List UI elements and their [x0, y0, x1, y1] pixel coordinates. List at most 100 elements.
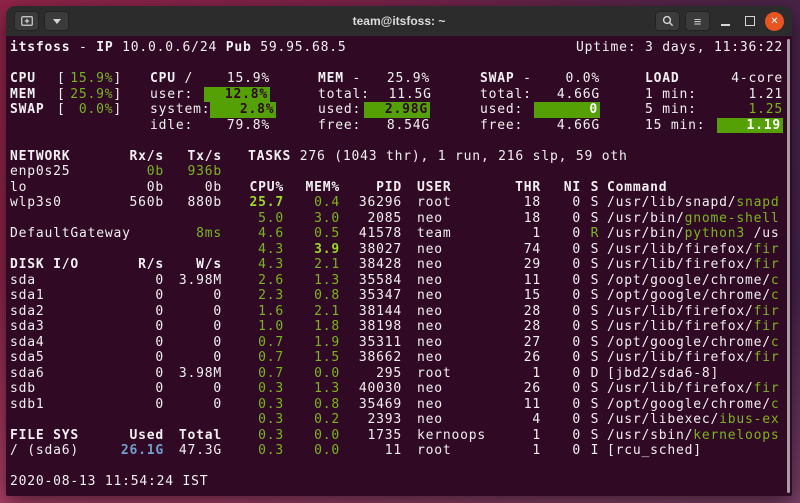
process-mem: 2.1 [296, 257, 340, 273]
process-status: S [589, 381, 601, 397]
terminal-body[interactable]: itsfoss - IP 10.0.0.6/24 Pub 59.95.68.5 … [6, 36, 792, 496]
process-mem: 0.4 [296, 195, 340, 211]
stat-value: 2.98G [364, 102, 430, 118]
process-nice: 0 [541, 397, 581, 413]
disk-value-1: 0 [100, 304, 164, 320]
process-cpu: 1.6 [248, 304, 284, 320]
stat-title: LOAD [645, 71, 721, 87]
process-cpu: 0.7 [248, 366, 284, 382]
stat-title-row: SWAP -0.0% [480, 71, 600, 87]
host-info: itsfoss - IP 10.0.0.6/24 Pub 59.95.68.5 [10, 40, 347, 56]
process-row: 4.33.938027neo740S/usr/lib/firefox/fir [248, 242, 788, 258]
process-nice: 0 [541, 226, 581, 242]
disk-row: sda603.98M [10, 366, 222, 382]
process-mem: 0.0 [296, 443, 340, 459]
stat-value: 1.25 [721, 102, 783, 118]
command-path: /usr/lib/firefox/ [607, 242, 754, 257]
process-command: /usr/libexec/ibus-ex [607, 412, 788, 428]
command-name: fir [754, 257, 780, 272]
new-tab-button[interactable] [14, 11, 39, 31]
process-command: /usr/lib/firefox/fir [607, 257, 788, 273]
stat-title-row: MEM -25.9% [318, 71, 430, 87]
process-mem: 0.5 [296, 226, 340, 242]
process-user: neo [417, 397, 497, 413]
bracket: [ [57, 102, 66, 118]
quicklook-row: CPU[15.9%] [10, 71, 122, 87]
filesys-value-2: 47.3G [164, 443, 222, 459]
process-user: neo [417, 242, 497, 258]
stat-label: system: [150, 102, 210, 118]
command-name: c [771, 397, 780, 412]
network-name: enp0s25 [10, 164, 100, 180]
stat-value: 8.54G [368, 118, 430, 134]
process-user: team [417, 226, 497, 242]
process-status: S [589, 319, 601, 335]
process-mem: 2.1 [296, 304, 340, 320]
process-nice: 0 [541, 288, 581, 304]
process-row: 25.70.436296root180S/usr/lib/snapd/snapd [248, 195, 788, 211]
network-value-2: 0b [164, 180, 222, 196]
disk-name: sda5 [10, 350, 100, 366]
clock-text: 2020-08-13 11:54:24 IST [10, 474, 208, 490]
stat-column-load: LOAD4-core1 min:1.215 min:1.2515 min:1.1… [645, 71, 783, 133]
desktop-background: team@itsfoss: ~ ≡ ✕ [0, 0, 800, 503]
stat-label: idle: [150, 118, 208, 134]
process-threads: 18 [497, 195, 541, 211]
process-mem: 3.0 [296, 211, 340, 227]
stat-value: 79.8% [208, 118, 270, 134]
stat-row: system:2.8% [150, 102, 270, 118]
process-row: 1.01.838198neo280S/usr/lib/firefox/fir [248, 319, 788, 335]
host-info-segment: 59.95.68.5 [252, 40, 347, 55]
process-threads: 1 [497, 443, 541, 459]
process-pid: 35469 [348, 397, 402, 413]
process-pid: 35347 [348, 288, 402, 304]
process-header-user: USER [417, 180, 497, 196]
process-pid: 35311 [348, 335, 402, 351]
menu-button[interactable]: ≡ [685, 11, 710, 31]
stat-name: SWAP [480, 71, 515, 86]
command-path: /usr/lib/firefox/ [607, 304, 754, 319]
stat-row: user:12.8% [150, 87, 270, 103]
stat-row: total:4.66G [480, 87, 600, 103]
maximize-icon [745, 16, 755, 26]
command-name: ibus-ex [719, 412, 779, 427]
process-pid: 35584 [348, 273, 402, 289]
process-nice: 0 [541, 381, 581, 397]
network-value-1: 560b [100, 195, 164, 211]
process-status: S [589, 412, 601, 428]
network-value-2: 880b [164, 195, 222, 211]
process-status: S [589, 397, 601, 413]
tab-dropdown-button[interactable] [44, 11, 69, 31]
stat-row: used:0 [480, 102, 600, 118]
process-nice: 0 [541, 443, 581, 459]
disk-value-1: 0 [100, 319, 164, 335]
quicklook-row: MEM[25.9%] [10, 87, 122, 103]
process-cpu: 0.3 [248, 397, 284, 413]
stat-row: total:11.5G [318, 87, 430, 103]
stat-label: total: [318, 87, 370, 103]
process-user: neo [417, 350, 497, 366]
command-name: snapd [736, 195, 779, 210]
maximize-button[interactable] [740, 11, 760, 31]
network-name: lo [10, 180, 100, 196]
search-button[interactable] [655, 11, 680, 31]
process-threads: 4 [497, 412, 541, 428]
disk-name: sda1 [10, 288, 100, 304]
process-command: [jbd2/sda6-8] [607, 366, 788, 382]
host-info-segment: - [70, 40, 96, 55]
minimize-button[interactable] [715, 11, 735, 31]
terminal-scrollbar[interactable] [787, 39, 790, 493]
host-info-segment: 10.0.0.6/24 [114, 40, 226, 55]
process-mem: 0.0 [296, 428, 340, 444]
disk-io-panel: DISK I/OR/sW/ssda03.98Msda100sda200sda30… [10, 257, 222, 412]
host-header-line: itsfoss - IP 10.0.0.6/24 Pub 59.95.68.5 … [10, 40, 783, 56]
process-nice: 0 [541, 350, 581, 366]
process-nice: 0 [541, 273, 581, 289]
stat-label: used: [318, 102, 364, 118]
disk-name: sda3 [10, 319, 100, 335]
close-button[interactable]: ✕ [765, 12, 784, 31]
process-mem: 0.0 [296, 366, 340, 382]
process-status: S [589, 273, 601, 289]
process-command: /usr/bin/python3 /us [607, 226, 788, 242]
command-path: /usr/libexec/ [607, 412, 719, 427]
